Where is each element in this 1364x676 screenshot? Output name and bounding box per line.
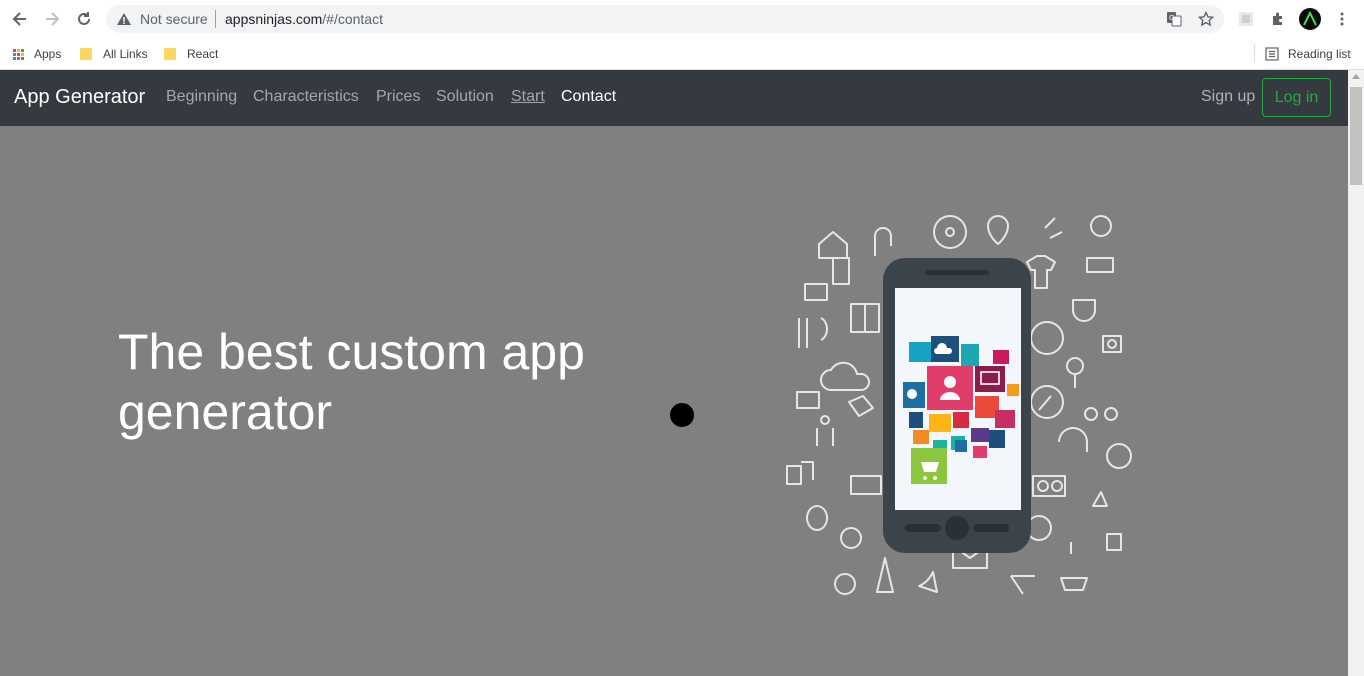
extensions-puzzle-icon[interactable] [1267, 8, 1289, 30]
extension-icon[interactable] [1235, 8, 1257, 30]
site-navbar: App Generator Beginning Characteristics … [0, 70, 1348, 126]
scroll-thumb[interactable] [1350, 87, 1362, 185]
bookmark-react[interactable]: React [164, 44, 218, 64]
url-text[interactable]: appsninjas.com/#/contact [225, 11, 383, 27]
cursor-dot [670, 403, 694, 427]
warning-icon[interactable] [116, 11, 132, 32]
browser-toolbar: Not secure appsninjas.com/#/contact G [0, 0, 1364, 38]
back-icon[interactable] [9, 8, 31, 30]
profile-avatar[interactable] [1299, 8, 1321, 30]
menu-kebab-icon[interactable] [1331, 8, 1353, 30]
login-button[interactable]: Log in [1262, 78, 1331, 117]
nav-link-beginning[interactable]: Beginning [166, 88, 237, 106]
scroll-up-arrow-icon[interactable] [1352, 74, 1360, 79]
apps-grid-icon [13, 48, 24, 60]
reading-list-icon [1265, 47, 1279, 61]
nav-link-contact[interactable]: Contact [561, 88, 616, 106]
bookmarks-bar: Apps All Links React Reading list [0, 38, 1364, 70]
nav-link-solution[interactable]: Solution [436, 88, 494, 106]
brand-logo[interactable]: App Generator [14, 86, 145, 109]
omnibox-divider [215, 10, 216, 28]
app-illustration [786, 215, 1132, 595]
reading-list-button[interactable]: Reading list [1265, 44, 1351, 64]
bookmark-all-links[interactable]: All Links [80, 44, 148, 64]
forward-icon[interactable] [41, 8, 63, 30]
translate-icon[interactable]: G [1164, 9, 1184, 29]
nav-link-prices[interactable]: Prices [376, 88, 420, 106]
nav-link-start[interactable]: Start [511, 88, 545, 106]
security-label[interactable]: Not secure [140, 11, 208, 27]
bookmarks-divider [1254, 44, 1255, 62]
hero-title: The best custom app generator [118, 324, 585, 440]
bookmark-apps[interactable]: Apps [13, 44, 61, 64]
folder-icon [164, 48, 176, 60]
signup-link[interactable]: Sign up [1201, 88, 1255, 106]
reading-list-label: Reading list [1288, 47, 1351, 61]
folder-icon [80, 48, 92, 60]
page-scrollbar[interactable] [1348, 70, 1364, 676]
address-bar[interactable]: Not secure appsninjas.com/#/contact G [106, 5, 1224, 33]
bookmark-star-icon[interactable] [1196, 9, 1216, 29]
bookmark-label: All Links [103, 47, 148, 61]
svg-text:G: G [1169, 14, 1174, 22]
bookmark-label: Apps [34, 47, 62, 61]
nav-link-characteristics[interactable]: Characteristics [253, 88, 359, 106]
reload-icon[interactable] [73, 8, 95, 30]
browser-chrome: Not secure appsninjas.com/#/contact G Ap… [0, 0, 1364, 70]
bookmark-label: React [187, 47, 219, 61]
hero-section: The best custom app generator [0, 126, 1348, 676]
